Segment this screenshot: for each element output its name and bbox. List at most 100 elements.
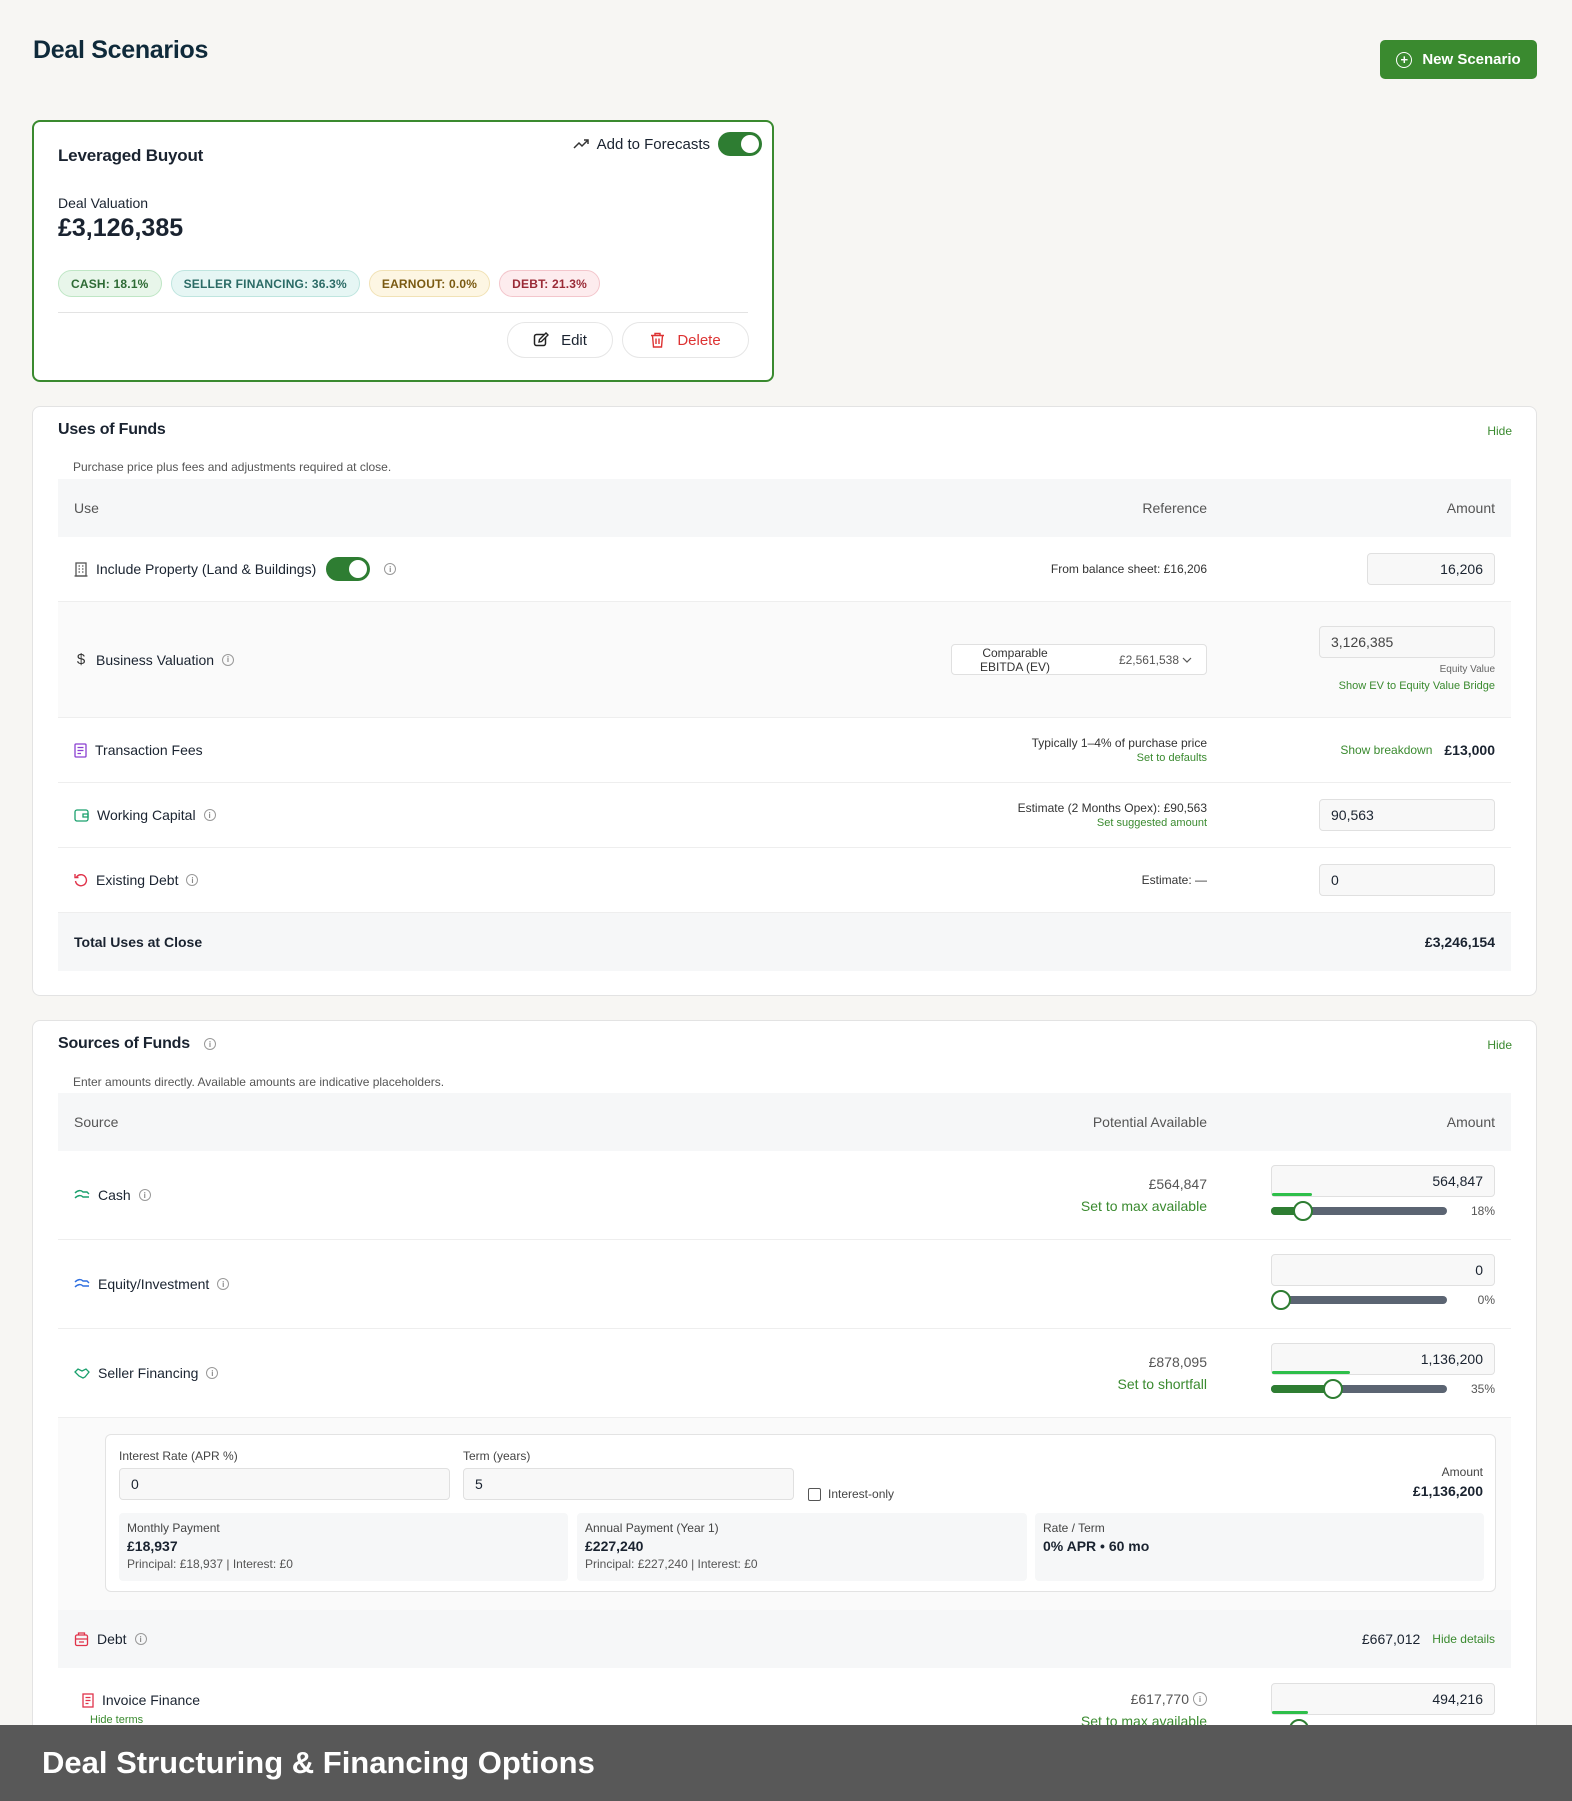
seller-mini-bar: [1272, 1371, 1350, 1374]
equity-value-caption: Equity Value: [1439, 664, 1495, 675]
potential-header: Potential Available: [1092, 1114, 1207, 1130]
property-reference: From balance sheet: £16,206: [1050, 562, 1207, 576]
slider-knob[interactable]: [1323, 1379, 1343, 1399]
interest-only-option[interactable]: Interest-only: [808, 1487, 894, 1501]
seller-financing-label: Seller Financing: [98, 1365, 199, 1381]
property-toggle[interactable]: [326, 557, 371, 581]
cash-slider[interactable]: [1271, 1201, 1447, 1221]
sources-title: Sources of Funds i: [58, 1035, 216, 1053]
monthly-payment-box: Monthly Payment £18,937 Principal: £18,9…: [119, 1513, 568, 1581]
wallet-icon: [74, 809, 89, 822]
seller-amount: 1,136,200: [1420, 1351, 1483, 1367]
divider: [58, 312, 748, 313]
debt-label: Debt: [97, 1631, 127, 1647]
interest-only-checkbox[interactable]: [808, 1487, 821, 1501]
term-label: Term (years): [463, 1449, 531, 1463]
uses-hide-link[interactable]: Hide: [1487, 424, 1512, 438]
ev-bridge-link[interactable]: Show EV to Equity Value Bridge: [1319, 680, 1495, 692]
scenario-name: Leveraged Buyout: [58, 146, 204, 165]
equity-slider[interactable]: [1271, 1290, 1447, 1310]
bank-icon: [74, 1631, 89, 1646]
seller-slider[interactable]: [1271, 1379, 1447, 1399]
seller-financing-row: Seller Financing i £878,095 Set to short…: [58, 1329, 1511, 1418]
invoice-finance-label: Invoice Finance: [102, 1692, 201, 1708]
property-label: Include Property (Land & Buildings): [96, 561, 317, 577]
seller-amount-input[interactable]: 1,136,200: [1271, 1343, 1495, 1375]
equity-icon: [74, 1278, 90, 1288]
edit-icon: [533, 332, 550, 347]
page-title: Deal Scenarios: [33, 36, 209, 64]
term-input[interactable]: 5: [463, 1468, 794, 1500]
uses-description: Purchase price plus fees and adjustments…: [73, 460, 392, 474]
info-icon: i: [134, 1633, 147, 1645]
edit-button[interactable]: Edit: [507, 322, 613, 358]
info-icon: i: [217, 1278, 230, 1290]
trend-up-icon: [573, 139, 589, 149]
cash-amount: 564,847: [1432, 1173, 1483, 1189]
handshake-icon: [74, 1367, 90, 1379]
slider-knob[interactable]: [1271, 1290, 1291, 1310]
transaction-fees-label: Transaction Fees: [95, 742, 203, 758]
existing-debt-input[interactable]: 0: [1319, 864, 1495, 896]
working-capital-row: Working Capital i Estimate (2 Months Ope…: [58, 783, 1511, 848]
sources-description: Enter amounts directly. Available amount…: [73, 1075, 445, 1089]
plus-circle-icon: +: [1396, 51, 1413, 68]
equity-amount-input[interactable]: 0: [1271, 1254, 1495, 1286]
set-defaults-link[interactable]: Set to defaults: [1032, 752, 1207, 764]
interest-rate-input[interactable]: 0: [119, 1468, 450, 1500]
earnout-badge: EARNOUT: 0.0%: [368, 270, 491, 297]
cash-amount-input[interactable]: 564,847: [1271, 1165, 1495, 1197]
valuation-method-select[interactable]: Comparable EBITDA (EV) £2,561,538: [951, 644, 1207, 675]
invoice-potential: £617,770: [1130, 1691, 1189, 1707]
info-icon: i: [384, 563, 397, 575]
forecast-toggle[interactable]: [718, 132, 762, 156]
monthly-breakdown: Principal: £18,937 | Interest: £0: [127, 1557, 293, 1571]
info-icon: i: [206, 1367, 219, 1379]
hide-details-link[interactable]: Hide details: [1432, 1632, 1495, 1646]
set-suggested-link[interactable]: Set suggested amount: [1018, 817, 1207, 829]
debt-total: £667,012: [1361, 1631, 1421, 1647]
refresh-icon: [74, 874, 88, 887]
invoice-amount-input[interactable]: 494,216: [1271, 1683, 1495, 1715]
monthly-value: £18,937: [127, 1538, 178, 1554]
invoice-mini-bar: [1272, 1711, 1308, 1714]
business-valuation-label: Business Valuation: [96, 651, 215, 668]
total-uses-label: Total Uses at Close: [74, 934, 203, 950]
seller-terms-panel: Interest Rate (APR %) 0 Term (years) 5 I…: [105, 1434, 1496, 1592]
show-breakdown-link[interactable]: Show breakdown: [1340, 743, 1432, 757]
cash-mini-bar: [1272, 1193, 1312, 1196]
rate-term-box: Rate / Term 0% APR • 60 mo: [1035, 1513, 1484, 1581]
property-row: Include Property (Land & Buildings) i Fr…: [58, 537, 1511, 602]
sources-header-row: Source Potential Available Amount: [58, 1093, 1511, 1151]
rate-label: Interest Rate (APR %): [119, 1449, 238, 1463]
slider-knob[interactable]: [1293, 1201, 1313, 1221]
equity-row: Equity/Investment i 0 0%: [58, 1240, 1511, 1329]
existing-debt-row: Existing Debt i Estimate: — 0: [58, 848, 1511, 913]
set-shortfall-link[interactable]: Set to shortfall: [1118, 1376, 1208, 1392]
working-capital-input[interactable]: 90,563: [1319, 799, 1495, 831]
total-uses-amount: £3,246,154: [1424, 934, 1495, 950]
annual-label: Annual Payment (Year 1): [585, 1521, 719, 1535]
fees-reference: Typically 1–4% of purchase price: [1031, 736, 1207, 750]
info-icon: i: [203, 1038, 216, 1050]
sources-hide-link[interactable]: Hide: [1487, 1038, 1512, 1052]
add-to-forecasts: Add to Forecasts: [573, 132, 762, 156]
valuation-method-value: £2,561,538: [1118, 652, 1179, 667]
annual-payment-box: Annual Payment (Year 1) £227,240 Princip…: [577, 1513, 1027, 1581]
info-icon: i: [222, 653, 235, 666]
fees-amount: £13,000: [1444, 742, 1495, 758]
delete-button[interactable]: Delete: [622, 322, 749, 358]
dollar-icon: $: [76, 651, 86, 668]
chevron-down-icon: [1182, 657, 1192, 663]
new-scenario-button[interactable]: + New Scenario: [1380, 40, 1537, 79]
scenario-card[interactable]: Leveraged Buyout Add to Forecasts Deal V…: [32, 120, 774, 382]
property-amount-input[interactable]: 16,206: [1367, 553, 1495, 585]
debt-row: Debt i £667,012 Hide details: [58, 1610, 1511, 1668]
cash-label: Cash: [98, 1187, 131, 1203]
cash-set-max-link[interactable]: Set to max available: [1081, 1198, 1207, 1214]
seller-percent: 35%: [1470, 1382, 1495, 1396]
cash-potential: £564,847: [1148, 1176, 1207, 1192]
business-valuation-input[interactable]: 3,126,385: [1319, 626, 1495, 658]
info-icon: i: [1193, 1692, 1207, 1706]
existing-debt-label: Existing Debt: [96, 872, 179, 888]
